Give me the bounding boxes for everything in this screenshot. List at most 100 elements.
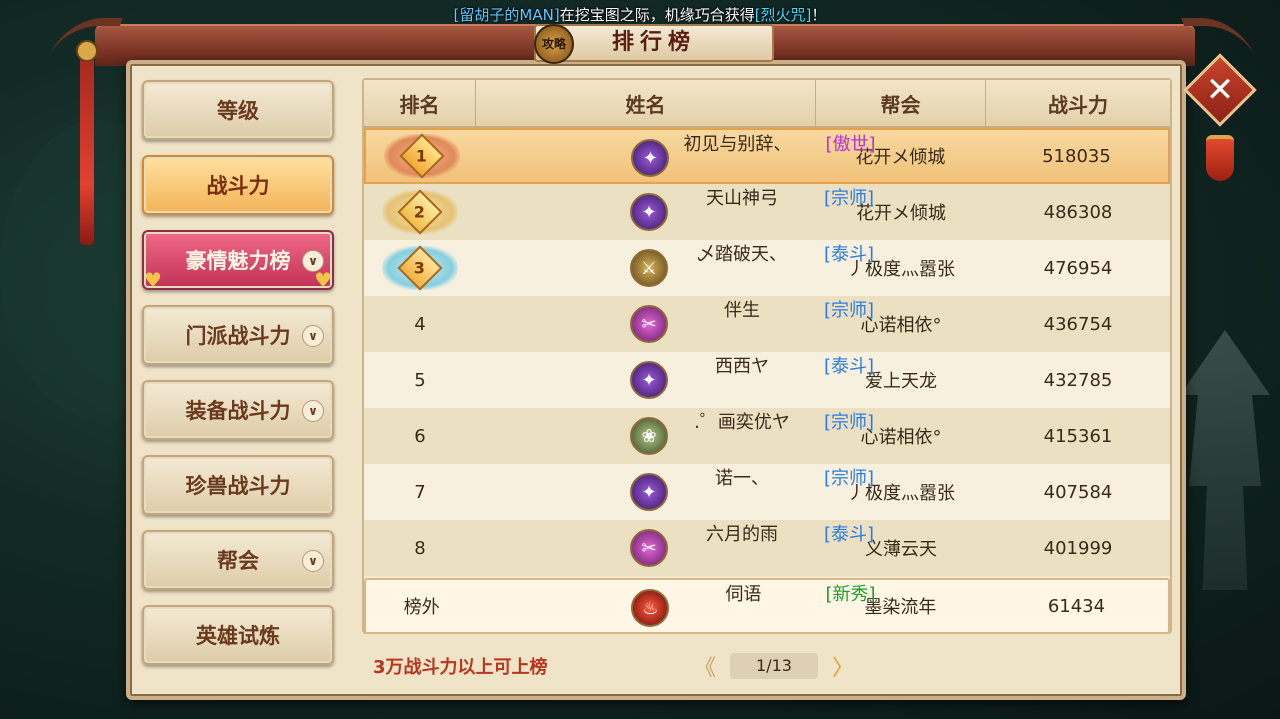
player-title-tag: [泰斗]: [824, 356, 875, 377]
player-title-tag: [宗师]: [824, 468, 875, 489]
sect-emblem-icon: ♨: [631, 589, 670, 627]
system-announcement: [留胡子的MAN]在挖宝图之际，机缘巧合获得[烈火咒]！: [0, 4, 1280, 26]
chevron-down-icon[interactable]: ∨: [302, 400, 324, 422]
lantern-ornament: [1206, 135, 1234, 181]
category-label: 战斗力: [206, 174, 270, 198]
category-label: 英雄试炼: [196, 624, 280, 648]
sect-emblem-icon: ✦: [630, 193, 668, 231]
category-label: 装备战斗力: [185, 399, 291, 423]
sect-emblem-icon: ✦: [630, 361, 668, 399]
name-cell: ✦ 西西ヤ [泰斗]: [476, 352, 874, 408]
category-equipment-power[interactable]: 装备战斗力 ∨: [142, 380, 334, 440]
tassel-knot: [76, 40, 98, 62]
power-cell: 518035: [1042, 145, 1111, 167]
announce-text: 在挖宝图之际，机缘巧合获得: [559, 6, 755, 24]
category-combat-power[interactable]: 战斗力: [142, 155, 334, 215]
sect-emblem-icon: ✦: [630, 473, 668, 511]
name-cell: ❀ .゜画奕优ヤ [宗师]: [476, 408, 874, 464]
rank-cell: 4: [414, 313, 426, 335]
table-row[interactable]: 3 ⚔ 乄踏破天、 [泰斗] 丿极度灬嚣张 476954: [364, 240, 1170, 296]
sect-emblem-icon: ✦: [631, 139, 670, 177]
header-name: 姓名: [476, 80, 816, 126]
name-cell: ✂ 伴生 [宗师]: [476, 296, 874, 352]
ranking-requirement-note: 3万战斗力以上可上榜: [373, 657, 548, 678]
page-indicator: 1/13: [730, 653, 818, 679]
pagination: 《 1/13 〉: [690, 650, 858, 682]
player-title-tag: [傲世]: [825, 134, 876, 155]
player-title-tag: [泰斗]: [824, 244, 875, 265]
player-name: 天山神弓: [706, 188, 778, 209]
player-name: 伴生: [724, 300, 760, 321]
name-cell: ✦ 天山神弓 [宗师]: [476, 184, 874, 240]
next-page-icon[interactable]: 〉: [828, 650, 858, 682]
prev-page-icon[interactable]: 《: [690, 650, 720, 682]
header-power: 战斗力: [1048, 92, 1108, 117]
name-cell: ✦ 初见与别辞、 [傲世]: [477, 130, 875, 182]
heart-icon: ♥: [314, 268, 332, 292]
player-name: 初见与别辞、: [683, 134, 792, 155]
guide-badge[interactable]: 攻略: [534, 24, 574, 64]
rank-medal-icon: 3: [382, 245, 458, 291]
player-name: .゜画奕优ヤ: [694, 412, 790, 433]
chevron-down-icon[interactable]: ∨: [302, 325, 324, 347]
table-row[interactable]: 2 ✦ 天山神弓 [宗师] 花开メ倾城 486308: [364, 184, 1170, 240]
close-icon[interactable]: ✕: [1194, 64, 1246, 116]
chevron-down-icon[interactable]: ∨: [302, 550, 324, 572]
category-label: 珍兽战斗力: [185, 474, 291, 498]
table-row[interactable]: 4 ✂ 伴生 [宗师] 心诺相依° 436754: [364, 296, 1170, 352]
table-row[interactable]: 5 ✦ 西西ヤ [泰斗] 爱上天龙 432785: [364, 352, 1170, 408]
table-row[interactable]: 6 ❀ .゜画奕优ヤ [宗师] 心诺相依° 415361: [364, 408, 1170, 464]
announce-end: ！: [811, 6, 827, 24]
table-row[interactable]: 1 ✦ 初见与别辞、 [傲世] 花开メ倾城 518035: [364, 128, 1170, 184]
name-cell: ♨ 伺语 [新秀]: [477, 580, 875, 632]
player-name: 诺一、: [715, 468, 769, 489]
player-title-tag: [宗师]: [824, 412, 875, 433]
ranking-category-sidebar: 等级 战斗力 豪情魅力榜 ∨ ♥ ♥ 门派战斗力 ∨ 装备战斗力 ∨ 珍兽战斗力…: [142, 80, 336, 680]
announce-item-name[interactable]: [烈火咒]: [755, 6, 812, 24]
table-row[interactable]: 8 ✂ 六月的雨 [泰斗] 义薄云天 401999: [364, 520, 1170, 576]
rank-cell: 8: [414, 537, 426, 559]
ranking-table: 排名 姓名 帮会 战斗力 1 ✦ 初见与别辞、 [傲世] 花开メ倾城 51803…: [362, 78, 1172, 634]
rank-cell: 3: [364, 240, 476, 296]
power-cell: 61434: [1047, 595, 1106, 617]
header-guild: 帮会: [816, 80, 986, 126]
power-cell: 432785: [1043, 369, 1113, 391]
category-guild[interactable]: 帮会 ∨: [142, 530, 334, 590]
power-cell: 476954: [1043, 257, 1113, 279]
rank-cell: 1: [366, 130, 477, 182]
announce-player-name[interactable]: [留胡子的MAN]: [454, 6, 560, 24]
sect-emblem-icon: ❀: [630, 417, 668, 455]
name-cell: ⚔ 乄踏破天、 [泰斗]: [476, 240, 874, 296]
category-label: 等级: [217, 99, 259, 123]
table-header: 排名 姓名 帮会 战斗力: [364, 80, 1170, 128]
category-sect-power[interactable]: 门派战斗力 ∨: [142, 305, 334, 365]
player-name: 西西ヤ: [715, 356, 769, 377]
power-cell: 407584: [1043, 481, 1113, 503]
category-label: 门派战斗力: [185, 324, 291, 348]
table-row[interactable]: 7 ✦ 诺一、 [宗师] 丿极度灬嚣张 407584: [364, 464, 1170, 520]
power-cell: 415361: [1043, 425, 1113, 447]
sect-emblem-icon: ⚔: [630, 249, 668, 287]
player-name: 六月的雨: [706, 524, 778, 545]
category-pet-power[interactable]: 珍兽战斗力: [142, 455, 334, 515]
category-charm[interactable]: 豪情魅力榜 ∨ ♥ ♥: [142, 230, 334, 292]
header-rank: 排名: [364, 80, 476, 126]
name-cell: ✦ 诺一、 [宗师]: [476, 464, 874, 520]
category-hero-trial[interactable]: 英雄试炼: [142, 605, 334, 665]
rank-cell: 2: [364, 184, 476, 240]
player-name: 伺语: [725, 584, 762, 605]
rank-cell: 7: [414, 481, 426, 503]
power-cell: 401999: [1043, 537, 1113, 559]
player-title-tag: [宗师]: [824, 188, 875, 209]
tassel-ornament: [80, 45, 94, 245]
rank-cell: 榜外: [403, 597, 440, 618]
heart-icon: ♥: [144, 268, 162, 292]
player-name: 乄踏破天、: [697, 244, 787, 265]
self-ranking-row[interactable]: 榜外 ♨ 伺语 [新秀] 墨染流年 61434: [364, 578, 1170, 634]
rank-medal-icon: 2: [382, 189, 458, 235]
sect-emblem-icon: ✂: [630, 529, 668, 567]
category-level[interactable]: 等级: [142, 80, 334, 140]
sect-emblem-icon: ✂: [630, 305, 668, 343]
rank-medal-icon: 1: [383, 133, 460, 179]
category-label: 豪情魅力榜: [185, 249, 291, 273]
